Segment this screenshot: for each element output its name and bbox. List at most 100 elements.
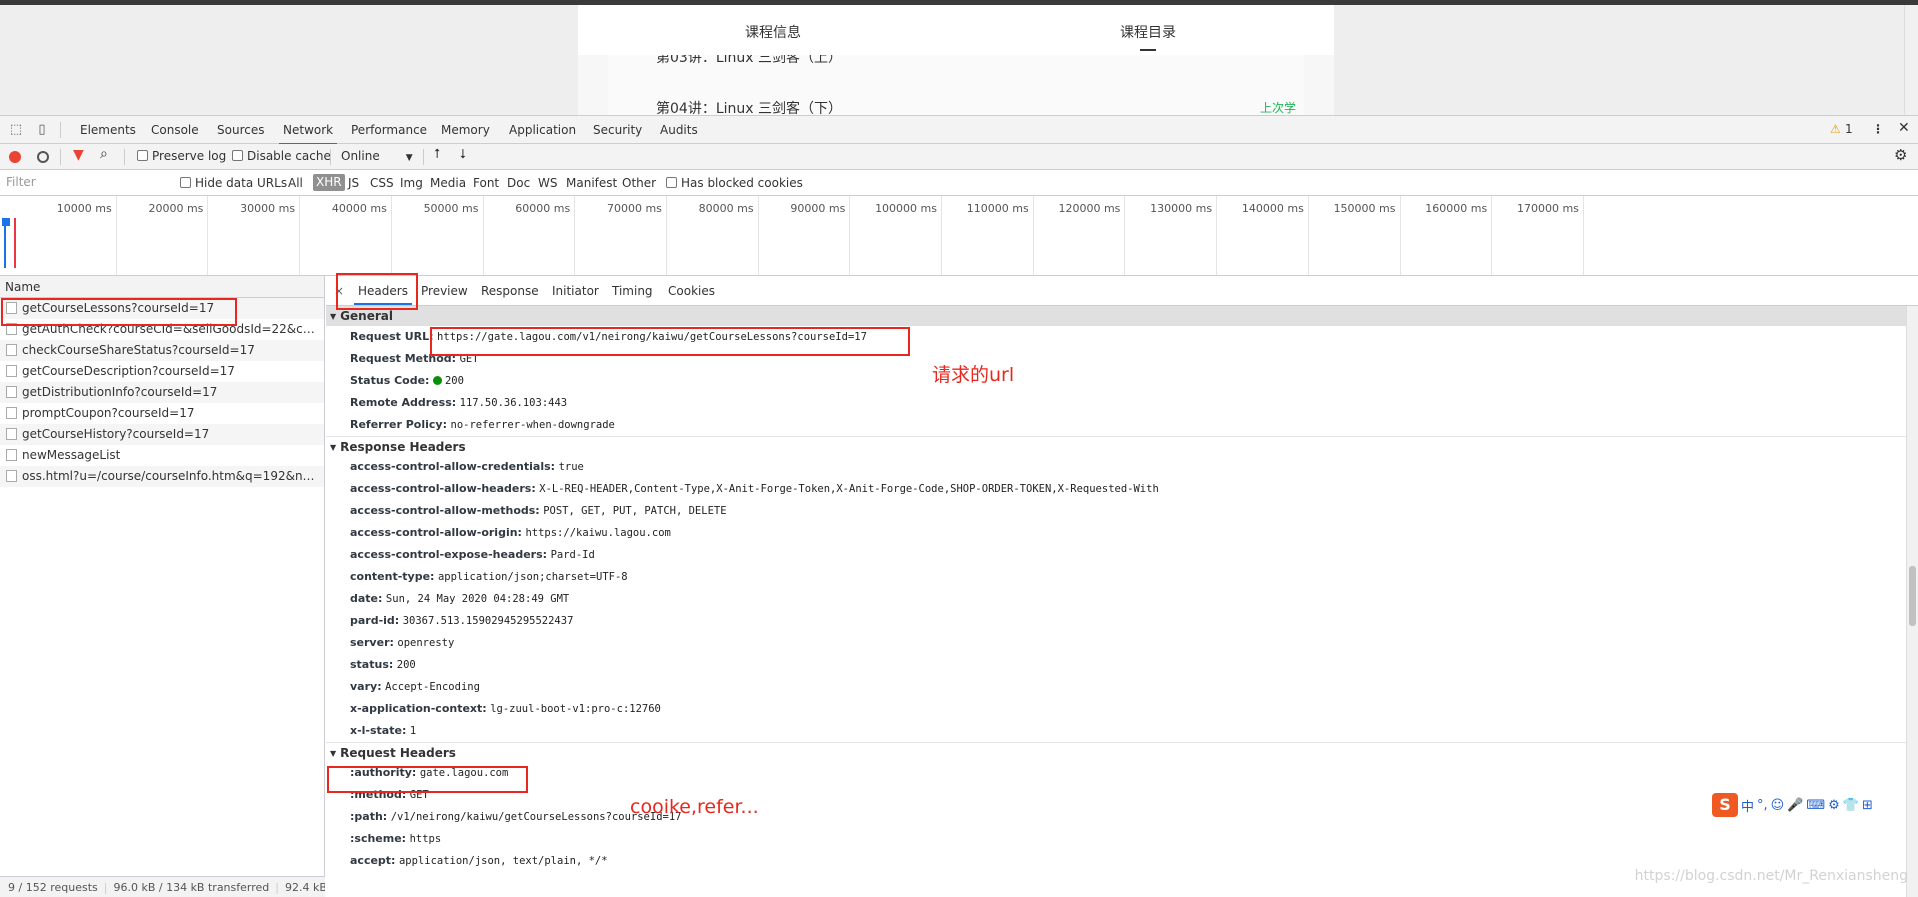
- ime-punctuation-icon[interactable]: °,: [1757, 798, 1768, 813]
- request-name: getCourseLessons?courseId=17: [22, 301, 215, 315]
- disable-cache-checkbox[interactable]: Disable cache: [232, 149, 331, 163]
- tab-cookies[interactable]: Cookies: [668, 284, 715, 298]
- checkbox-box[interactable]: [180, 177, 191, 188]
- more-options-icon[interactable]: ⋮: [1872, 122, 1884, 136]
- search-icon[interactable]: ⌕: [100, 146, 108, 162]
- timeline-tick-label: 120000 ms: [1058, 202, 1121, 215]
- preserve-log-checkbox[interactable]: Preserve log: [137, 149, 226, 163]
- tab-memory[interactable]: Memory: [441, 123, 490, 137]
- blocked-cookies-checkbox[interactable]: Has blocked cookies: [666, 176, 803, 190]
- throttle-select[interactable]: Online ▼: [341, 149, 413, 163]
- request-row[interactable]: oss.html?u=/course/courseInfo.htm&q=192&…: [0, 466, 324, 487]
- request-row[interactable]: newMessageList: [0, 445, 324, 466]
- close-detail-icon[interactable]: ×: [334, 284, 344, 298]
- sogou-logo-icon[interactable]: S: [1712, 793, 1738, 817]
- tab-timing[interactable]: Timing: [612, 284, 653, 298]
- file-icon: [6, 365, 17, 377]
- request-row[interactable]: promptCoupon?courseId=17: [0, 403, 324, 424]
- section-response-headers[interactable]: ▼ Response Headers: [326, 436, 1918, 456]
- devtools-tabbar: ⬚ ▯ Elements Console Sources Network Per…: [0, 116, 1918, 145]
- filter-css[interactable]: CSS: [370, 176, 394, 190]
- filter-xhr[interactable]: XHR: [313, 174, 345, 191]
- filter-doc[interactable]: Doc: [507, 176, 530, 190]
- ime-emoji-icon[interactable]: ☺: [1771, 798, 1785, 813]
- tab-headers[interactable]: Headers: [354, 284, 412, 305]
- request-row[interactable]: getCourseLessons?courseId=17: [0, 298, 324, 319]
- scrollbar-thumb[interactable]: [1909, 566, 1916, 626]
- request-row[interactable]: getDistributionInfo?courseId=17: [0, 382, 324, 403]
- import-har-icon[interactable]: ⭡: [434, 147, 440, 162]
- request-name: newMessageList: [22, 448, 121, 462]
- request-name: getCourseHistory?courseId=17: [22, 427, 210, 441]
- filter-all[interactable]: All: [288, 176, 303, 190]
- filter-manifest[interactable]: Manifest: [566, 176, 617, 190]
- timeline-tick-label: 140000 ms: [1241, 202, 1304, 215]
- tab-network[interactable]: Network: [278, 123, 338, 145]
- tab-elements[interactable]: Elements: [80, 123, 136, 137]
- filter-input[interactable]: Filter: [2, 173, 166, 192]
- filter-media[interactable]: Media: [430, 176, 466, 190]
- header-row: Request URL: https://gate.lagou.com/v1/n…: [326, 326, 1918, 348]
- header-key: access-control-allow-origin:: [350, 526, 522, 539]
- detail-scrollbar[interactable]: [1906, 306, 1918, 897]
- clear-icon[interactable]: [37, 151, 49, 163]
- checkbox-box[interactable]: [137, 150, 148, 161]
- device-toolbar-icon[interactable]: ▯: [34, 122, 50, 138]
- checkbox-box[interactable]: [666, 177, 677, 188]
- tab-initiator[interactable]: Initiator: [552, 284, 599, 298]
- filter-icon[interactable]: ▼: [73, 147, 84, 163]
- filter-img[interactable]: Img: [400, 176, 423, 190]
- filter-ws[interactable]: WS: [538, 176, 557, 190]
- tab-audits[interactable]: Audits: [660, 123, 698, 137]
- ime-tools-icon[interactable]: ⚙: [1828, 798, 1840, 813]
- close-devtools-icon[interactable]: ✕: [1898, 120, 1910, 136]
- ime-menu-icon[interactable]: ⊞: [1862, 798, 1873, 813]
- header-key: status:: [350, 658, 394, 671]
- header-row: pard-id: 30367.513.15902945295522437: [326, 610, 1918, 632]
- tab-preview[interactable]: Preview: [421, 284, 468, 298]
- ime-voice-icon[interactable]: 🎤: [1787, 798, 1803, 813]
- header-value: https://gate.lagou.com/v1/neirong/kaiwu/…: [437, 331, 867, 343]
- ime-keyboard-icon[interactable]: ⌨: [1806, 798, 1825, 813]
- section-request-headers[interactable]: ▼ Request Headers: [326, 742, 1918, 762]
- page-preview: 第03讲：Linux 三剑客（上） 第04讲：Linux 三剑客（下） 上次学习…: [0, 0, 1918, 115]
- tab-response[interactable]: Response: [481, 284, 539, 298]
- ime-chinese-mode-icon[interactable]: 中: [1741, 796, 1754, 815]
- timeline-tick-label: 40000 ms: [331, 202, 387, 215]
- request-row[interactable]: getAuthCheck?courseCId=&sellGoodsId=22&c…: [0, 319, 324, 340]
- timeline-overview[interactable]: 10000 ms 20000 ms 30000 ms 40000 ms 50000 ms…: [0, 196, 1918, 276]
- tab-performance[interactable]: Performance: [351, 123, 427, 137]
- tab-course-catalog[interactable]: 课程目录: [1120, 22, 1176, 42]
- checkbox-box[interactable]: [232, 150, 243, 161]
- lesson-item[interactable]: 第04讲：Linux 三剑客（下）: [656, 98, 842, 115]
- file-icon: [6, 449, 17, 461]
- tab-application[interactable]: Application: [509, 123, 576, 137]
- tab-console[interactable]: Console: [151, 123, 199, 137]
- header-key: access-control-allow-headers:: [350, 482, 536, 495]
- ime-skin-icon[interactable]: 👕: [1843, 798, 1859, 813]
- header-value: true: [558, 461, 584, 473]
- page-scrollbar[interactable]: [1904, 5, 1918, 115]
- record-icon[interactable]: [9, 151, 21, 163]
- warning-count[interactable]: 1: [1845, 122, 1853, 136]
- request-row[interactable]: checkCourseShareStatus?courseId=17: [0, 340, 324, 361]
- request-row[interactable]: getCourseDescription?courseId=17: [0, 361, 324, 382]
- request-row[interactable]: getCourseHistory?courseId=17: [0, 424, 324, 445]
- header-key: access-control-allow-credentials:: [350, 460, 556, 473]
- tab-security[interactable]: Security: [593, 123, 642, 137]
- tab-course-info[interactable]: 课程信息: [745, 22, 801, 42]
- settings-gear-icon[interactable]: ⚙: [1894, 146, 1907, 164]
- inspect-element-icon[interactable]: ⬚: [8, 122, 24, 138]
- hide-data-urls-checkbox[interactable]: Hide data URLs: [180, 176, 287, 190]
- filter-font[interactable]: Font: [473, 176, 499, 190]
- filter-js[interactable]: JS: [348, 176, 359, 190]
- section-general[interactable]: ▼ General: [326, 306, 1918, 326]
- column-header-name[interactable]: Name: [0, 276, 324, 298]
- filter-other[interactable]: Other: [622, 176, 656, 190]
- tab-sources[interactable]: Sources: [217, 123, 264, 137]
- export-har-icon[interactable]: ⭣: [460, 147, 466, 162]
- divider: [330, 149, 331, 165]
- header-row: access-control-expose-headers: Pard-Id: [326, 544, 1918, 566]
- warning-icon[interactable]: ⚠: [1830, 122, 1841, 136]
- header-value: gate.lagou.com: [419, 767, 509, 779]
